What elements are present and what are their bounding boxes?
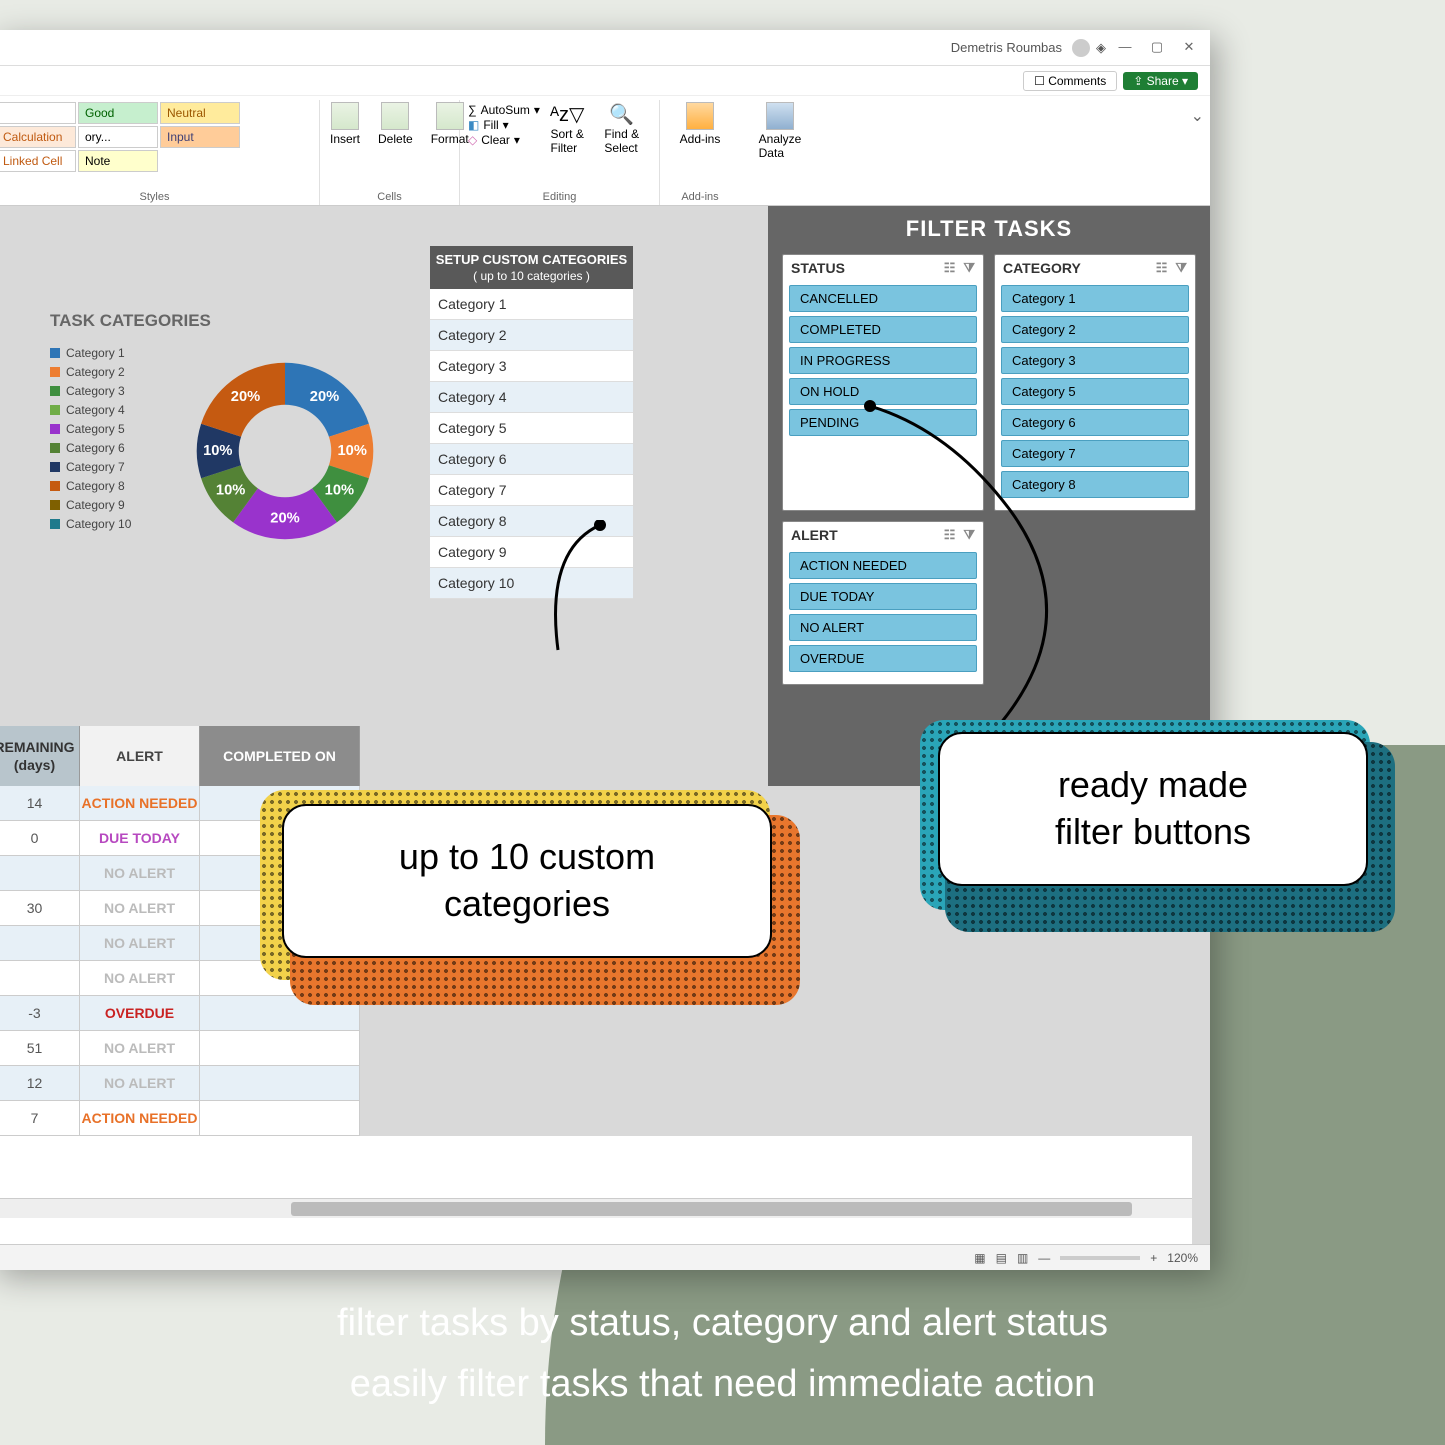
category-row[interactable]: Category 3 — [430, 351, 633, 382]
delete-button[interactable]: Delete — [372, 100, 419, 148]
legend-item: Category 2 — [50, 365, 131, 379]
slicer-item[interactable]: IN PROGRESS — [789, 347, 977, 374]
legend-item: Category 1 — [50, 346, 131, 360]
close-icon[interactable]: ✕ — [1176, 39, 1202, 57]
style-cell[interactable]: Good — [78, 102, 158, 124]
styles-gallery[interactable]: GoodNeutral Calculationory...Input Linked … — [0, 100, 315, 174]
arrow-filters — [850, 390, 1130, 750]
svg-text:20%: 20% — [310, 389, 339, 405]
slicer-item[interactable]: CANCELLED — [789, 285, 977, 312]
titlebar: Demetris Roumbas ◈ — ▢ ✕ — [0, 30, 1210, 66]
slicer-item[interactable]: COMPLETED — [789, 316, 977, 343]
zoom-level[interactable]: 120% — [1167, 1251, 1198, 1265]
svg-text:10%: 10% — [203, 443, 232, 459]
addins-button[interactable]: Add-ins — [664, 100, 736, 148]
svg-text:10%: 10% — [216, 483, 245, 499]
share-button[interactable]: ⇪ Share ▾ — [1123, 72, 1198, 90]
category-row[interactable]: Category 5 — [430, 413, 633, 444]
filter-title: FILTER TASKS — [768, 206, 1210, 254]
arrow-categories — [540, 520, 660, 830]
scroll-horizontal[interactable] — [0, 1198, 1192, 1218]
style-cell[interactable]: Note — [78, 150, 158, 172]
category-row[interactable]: Category 1 — [430, 289, 633, 320]
fill-button[interactable]: ◧Fill▾ — [468, 118, 540, 132]
legend-item: Category 3 — [50, 384, 131, 398]
chart-title: TASK CATEGORIES — [50, 311, 211, 331]
analyze-data-button[interactable]: Analyze Data — [744, 100, 816, 162]
view-layout-icon[interactable]: ▤ — [996, 1251, 1007, 1265]
svg-text:10%: 10% — [337, 443, 366, 459]
view-break-icon[interactable]: ▥ — [1017, 1251, 1028, 1265]
multiselect-icon[interactable]: ☷ — [1156, 260, 1168, 276]
diamond-icon[interactable]: ◈ — [1096, 40, 1106, 56]
legend-item: Category 4 — [50, 403, 131, 417]
style-cell[interactable]: Linked Cell — [0, 150, 76, 172]
category-row[interactable]: Category 4 — [430, 382, 633, 413]
style-cell[interactable]: Neutral — [160, 102, 240, 124]
footer-caption: filter tasks by status, category and ale… — [0, 1293, 1445, 1415]
minimize-icon[interactable]: — — [1112, 39, 1138, 57]
multiselect-icon[interactable]: ☷ — [944, 260, 956, 276]
style-cell[interactable]: Calculation — [0, 126, 76, 148]
legend-item: Category 5 — [50, 422, 131, 436]
slicer-item[interactable]: Category 2 — [1001, 316, 1189, 343]
autosum-button[interactable]: ∑AutoSum▾ — [468, 103, 540, 117]
find-select-button[interactable]: 🔍Find & Select — [598, 100, 645, 157]
category-row[interactable]: Category 2 — [430, 320, 633, 351]
statusbar: ▦ ▤ ▥ — + 120% — [0, 1244, 1210, 1270]
style-cell[interactable]: ory... — [78, 126, 158, 148]
zoom-in-icon[interactable]: + — [1150, 1251, 1157, 1265]
style-cell[interactable] — [0, 102, 76, 124]
legend-item: Category 8 — [50, 479, 131, 493]
chart-legend: Category 1 Category 2 Category 3 Category 4… — [50, 346, 131, 536]
svg-text:20%: 20% — [231, 389, 260, 405]
slicer-item[interactable]: Category 3 — [1001, 347, 1189, 374]
donut-chart: 20% 10% 10% 20% 10% 10% 20% — [180, 346, 390, 556]
table-row[interactable]: 51NO ALERT — [0, 1031, 360, 1066]
user-name: Demetris Roumbas — [951, 40, 1062, 55]
zoom-out-icon[interactable]: — — [1038, 1251, 1050, 1265]
legend-item: Category 9 — [50, 498, 131, 512]
command-bar: ☐ Comments ⇪ Share ▾ — [0, 66, 1210, 96]
col-completed[interactable]: COMPLETED ON — [200, 726, 360, 786]
legend-item: Category 6 — [50, 441, 131, 455]
table-row[interactable]: 7ACTION NEEDED — [0, 1101, 360, 1136]
clear-button[interactable]: ◇Clear▾ — [468, 133, 540, 147]
legend-item: Category 7 — [50, 460, 131, 474]
ribbon-collapse-icon[interactable]: ⌄ — [1185, 100, 1210, 205]
callout-filters: ready made filter buttons — [920, 720, 1420, 940]
insert-button[interactable]: Insert — [324, 100, 366, 148]
clear-filter-icon[interactable]: ⧩ — [1175, 260, 1187, 276]
svg-text:20%: 20% — [270, 510, 299, 526]
slicer-item[interactable]: Category 1 — [1001, 285, 1189, 312]
callout-categories: up to 10 custom categories — [260, 790, 820, 1010]
avatar[interactable] — [1072, 39, 1090, 57]
category-row[interactable]: Category 7 — [430, 475, 633, 506]
table-row[interactable]: 12NO ALERT — [0, 1066, 360, 1101]
legend-item: Category 10 — [50, 517, 131, 531]
ribbon: GoodNeutral Calculationory...Input Linked … — [0, 96, 1210, 206]
comments-button[interactable]: ☐ Comments — [1023, 71, 1117, 91]
clear-filter-icon[interactable]: ⧩ — [963, 260, 975, 276]
col-alert[interactable]: ALERT — [80, 726, 200, 786]
sort-filter-button[interactable]: ᴬz▽Sort & Filter — [544, 100, 590, 157]
category-row[interactable]: Category 6 — [430, 444, 633, 475]
svg-text:10%: 10% — [325, 483, 354, 499]
style-cell[interactable]: Input — [160, 126, 240, 148]
maximize-icon[interactable]: ▢ — [1144, 39, 1170, 57]
view-normal-icon[interactable]: ▦ — [974, 1251, 985, 1265]
col-remaining[interactable]: REMAINING (days) — [0, 726, 80, 786]
